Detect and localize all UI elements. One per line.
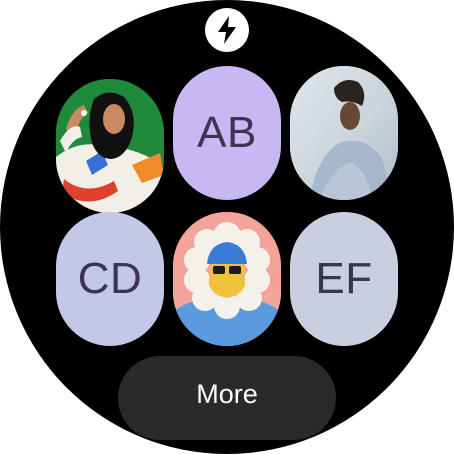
contact-avatar-1[interactable] [56,79,164,213]
avatar-illustration-winter-hood [173,212,281,346]
contact-initials-label: AB [197,108,257,157]
contact-initials-cd[interactable]: CD [56,212,164,346]
contact-avatar-5[interactable] [173,212,281,346]
more-button-label: More [196,378,258,409]
contact-initials-ef[interactable]: EF [290,212,398,346]
contact-initials-label: CD [77,254,143,303]
lightning-bolt-icon[interactable] [205,8,249,52]
watch-screen: AB CD EF More [0,0,454,454]
avatar-illustration-hijab [56,79,164,213]
contact-initials-ab[interactable]: AB [173,66,281,200]
contact-avatar-3[interactable] [290,66,398,200]
avatar-photo-portrait [290,66,398,200]
contact-initials-label: EF [315,254,373,303]
more-button[interactable]: More [118,356,336,440]
